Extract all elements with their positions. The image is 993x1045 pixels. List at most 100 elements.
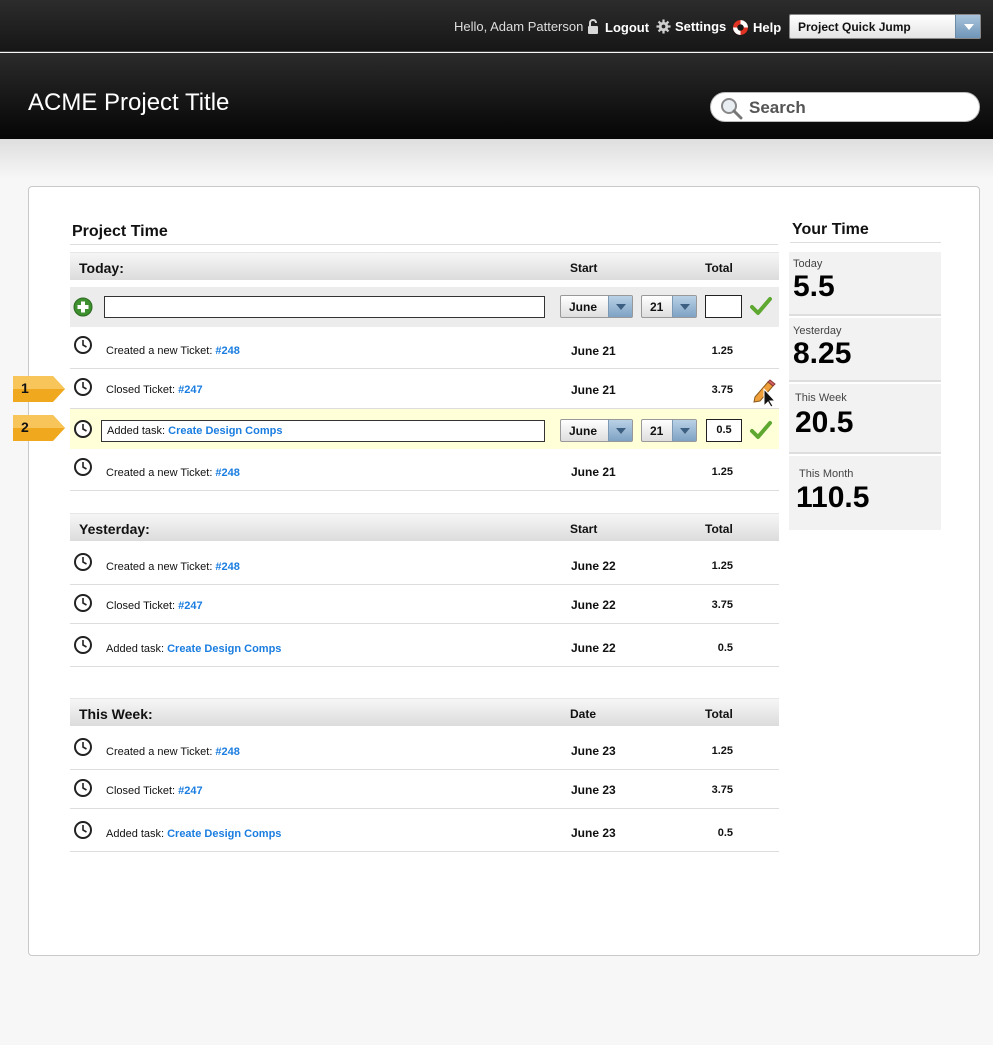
new-entry-total-input[interactable]	[705, 295, 742, 318]
clock-icon	[74, 821, 92, 839]
clock-icon	[74, 738, 92, 756]
new-entry-description-input[interactable]	[104, 296, 545, 318]
row-date: June 22	[571, 641, 616, 655]
logout-link[interactable]: Logout	[585, 19, 649, 35]
project-time-title: Project Time	[72, 223, 168, 240]
today-section-header: Today: Start Total	[70, 252, 779, 280]
chevron-down-icon	[608, 296, 632, 317]
task-link[interactable]: Create Design Comps	[167, 828, 281, 840]
clock-icon	[74, 420, 92, 438]
row-total: 3.75	[711, 784, 733, 796]
task-link[interactable]: Create Design Comps	[168, 425, 282, 437]
editing-row: Added task: Create Design Comps June 21 …	[70, 409, 779, 449]
chevron-down-icon	[608, 420, 632, 441]
column-header-total: Total	[705, 522, 733, 536]
row-date: June 21	[571, 344, 616, 358]
save-check-icon[interactable]	[750, 420, 772, 440]
column-header-date: Date	[570, 707, 597, 721]
table-row[interactable]: Created a new Ticket: #248 June 21 1.25	[70, 330, 779, 369]
table-row[interactable]: Closed Ticket: #247 June 22 3.75	[70, 586, 779, 624]
edit-description-input[interactable]: Added task: Create Design Comps	[101, 420, 545, 442]
stat-label: Today	[793, 258, 823, 270]
divider	[70, 244, 778, 245]
column-header-start: Start	[570, 261, 598, 275]
row-description: Closed Ticket: #247	[106, 384, 203, 396]
row-description: Created a new Ticket: #248	[106, 746, 240, 758]
ticket-link[interactable]: #248	[215, 561, 239, 573]
row-date: June 23	[571, 744, 616, 758]
new-entry-day-select[interactable]: 21	[641, 295, 697, 318]
stat-label: This Month	[799, 468, 854, 480]
settings-link[interactable]: Settings	[656, 19, 726, 34]
row-date: June 22	[571, 598, 616, 612]
divider	[790, 242, 941, 243]
edit-pencil-icon[interactable]	[752, 377, 780, 407]
project-title: ACME Project Title	[28, 89, 230, 116]
yesterday-section-header: Yesterday: Start Total	[70, 513, 779, 541]
clock-icon	[74, 458, 92, 476]
edit-total-input[interactable]: 0.5	[706, 419, 742, 442]
new-entry-row: June 21	[70, 287, 779, 327]
row-total: 3.75	[711, 599, 733, 611]
row-total: 3.75	[711, 384, 733, 396]
chevron-down-icon	[672, 296, 696, 317]
row-description: Created a new Ticket: #248	[106, 467, 240, 479]
stat-today: Today 5.5	[789, 252, 941, 316]
chevron-down-icon[interactable]	[955, 15, 980, 38]
header-shadow	[0, 139, 993, 179]
save-check-icon[interactable]	[750, 296, 772, 316]
this-week-section-header: This Week: Date Total	[70, 698, 779, 726]
add-entry-icon[interactable]	[73, 297, 93, 317]
row-total: 1.25	[711, 560, 733, 572]
edit-day-select[interactable]: 21	[641, 419, 697, 442]
task-link[interactable]: Create Design Comps	[167, 643, 281, 655]
clock-icon	[74, 336, 92, 354]
clock-icon	[74, 636, 92, 654]
row-date: June 22	[571, 559, 616, 573]
project-quick-jump-select[interactable]: Project Quick Jump	[789, 14, 981, 39]
table-row[interactable]: Created a new Ticket: #248 June 21 1.25	[70, 451, 779, 491]
app-header: ACME Project Title	[0, 53, 993, 139]
new-entry-month-select[interactable]: June	[560, 295, 633, 318]
quick-jump-label: Project Quick Jump	[798, 20, 911, 34]
annotation-marker-1: 1	[13, 376, 65, 402]
annotation-number: 1	[21, 380, 29, 396]
month-value: June	[569, 424, 598, 438]
ticket-link[interactable]: #247	[178, 600, 202, 612]
stat-label: Yesterday	[793, 325, 842, 337]
section-label: Today:	[79, 260, 124, 276]
row-date: June 23	[571, 783, 616, 797]
row-total: 0.5	[717, 827, 733, 839]
edit-month-select[interactable]: June	[560, 419, 633, 442]
ticket-link[interactable]: #247	[178, 384, 202, 396]
stat-value: 20.5	[795, 406, 854, 439]
greeting-text: Hello, Adam Patterson	[454, 19, 584, 34]
ticket-link[interactable]: #247	[178, 785, 202, 797]
row-total: 1.25	[711, 745, 733, 757]
day-value: 21	[650, 424, 664, 438]
row-total: 0.5	[717, 642, 733, 654]
row-description: Added task: Create Design Comps	[106, 828, 282, 840]
clock-icon	[74, 594, 92, 612]
table-row[interactable]: Created a new Ticket: #248 June 22 1.25	[70, 545, 779, 585]
help-label: Help	[753, 20, 782, 35]
help-link[interactable]: Help	[732, 19, 781, 36]
row-date: June 21	[571, 465, 616, 479]
search-input[interactable]	[749, 97, 969, 119]
gear-icon	[656, 19, 671, 34]
table-row[interactable]: Added task: Create Design Comps June 23 0…	[70, 810, 779, 852]
search-icon	[721, 98, 743, 120]
ticket-link[interactable]: #248	[215, 746, 239, 758]
stat-this-week: This Week 20.5	[789, 384, 941, 454]
table-row[interactable]: Added task: Create Design Comps June 22 0…	[70, 625, 779, 667]
edit-text: Added task:	[107, 425, 166, 437]
search-box[interactable]	[710, 92, 980, 122]
stat-yesterday: Yesterday 8.25	[789, 318, 941, 382]
ticket-link[interactable]: #248	[215, 345, 239, 357]
ticket-link[interactable]: #248	[215, 467, 239, 479]
clock-icon	[74, 553, 92, 571]
table-row[interactable]: Closed Ticket: #247 June 21 3.75	[70, 370, 779, 409]
table-row[interactable]: Created a new Ticket: #248 June 23 1.25	[70, 730, 779, 770]
table-row[interactable]: Closed Ticket: #247 June 23 3.75	[70, 771, 779, 809]
column-header-start: Start	[570, 522, 598, 536]
